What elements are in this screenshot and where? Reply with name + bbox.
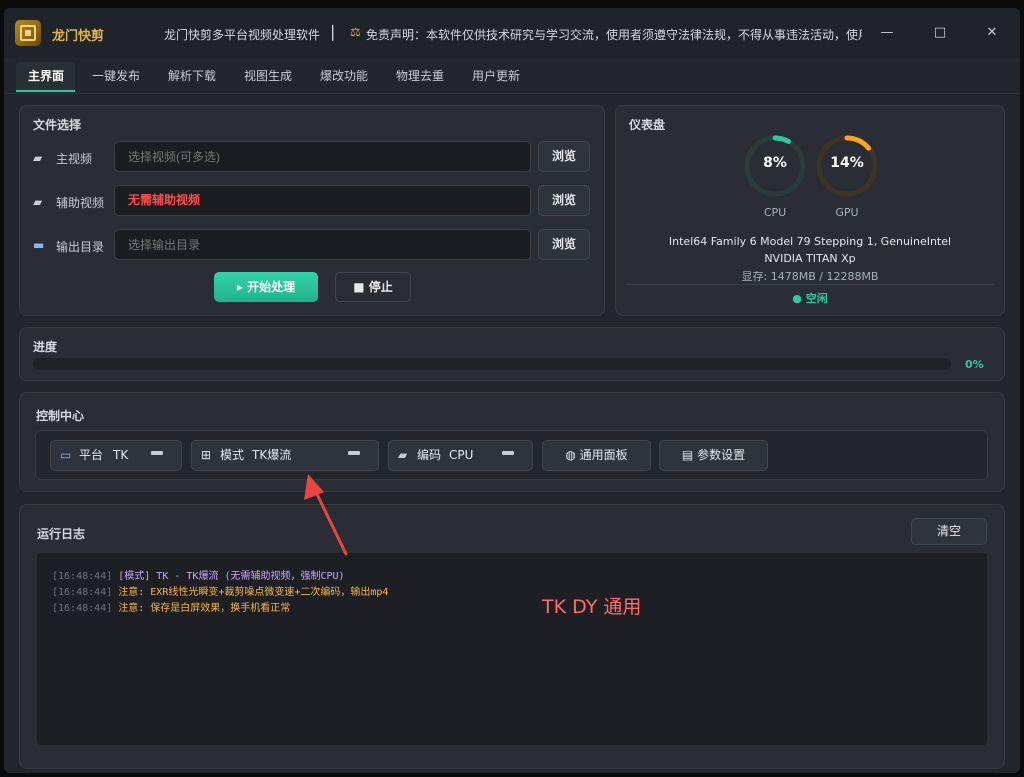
dropdown-icon (348, 451, 360, 455)
scales-icon: ⚖ (350, 25, 361, 39)
encoding-value: CPU (449, 448, 474, 462)
folder-icon: ▬ (33, 238, 45, 252)
encoding-select[interactable]: ▰ 编码 CPU (388, 440, 533, 471)
tab-user-update[interactable]: 用户更新 (472, 67, 520, 84)
file-select-title: 文件选择 (33, 118, 82, 132)
aux-video-input[interactable]: 无需辅助视频 (114, 185, 531, 216)
title-separator: | (330, 22, 336, 41)
cpu-label: CPU (763, 206, 787, 219)
settings-icon: ▤ (681, 448, 698, 462)
settings-button[interactable]: ▤ 参数设置 (659, 440, 768, 471)
grid-icon: ⊞ (201, 448, 212, 462)
annotation-arrow (304, 474, 348, 556)
platform-value: TK (113, 448, 129, 462)
clear-log-button[interactable]: 清空 (911, 518, 987, 545)
memory-info: 显存: 1478MB / 12288MB (741, 270, 879, 283)
gpu-label: GPU (835, 206, 859, 219)
dashboard-title: 仪表盘 (629, 118, 666, 132)
file-select-panel: 文件选择 ▰ 主视频 浏览 ▰ 辅助视频 无需辅助视频 浏览 ▬ 输出目录 浏览… (19, 105, 605, 316)
control-center-panel: 控制中心 ▭ 平台 TK ⊞ 模式 TK爆流 ▰ 编码 CPU ◍ 通用面板 ▤… (19, 392, 1005, 492)
aux-video-label: 辅助视频 (56, 196, 105, 210)
encode-icon: ▰ (398, 448, 408, 462)
app-name: 龙门快剪 (52, 29, 105, 44)
gpu-gauge: 14% GPU (815, 134, 879, 219)
minimize-button[interactable]: — (877, 23, 897, 43)
cpu-value: 8% (763, 155, 787, 171)
aux-video-browse-button[interactable]: 浏览 (538, 185, 590, 216)
general-panel-button[interactable]: ◍ 通用面板 (542, 440, 651, 471)
progress-title: 进度 (33, 340, 58, 354)
mode-value: TK爆流 (252, 448, 292, 462)
dashboard-panel: 仪表盘 8% CPU 14% GPU Intel64 Family 6 Mode… (615, 105, 1005, 316)
mode-select[interactable]: ⊞ 模式 TK爆流 (191, 440, 379, 471)
log-line: [16:48:44] [模式] TK - TK爆流 (无需辅助视频，强制CPU) (52, 571, 345, 582)
platform-select[interactable]: ▭ 平台 TK (50, 440, 182, 471)
active-tab-indicator (16, 90, 75, 92)
gpu-info: NVIDIA TITAN Xp (764, 252, 856, 265)
log-title: 运行日志 (37, 527, 86, 541)
tab-main[interactable]: 主界面 (28, 67, 64, 84)
encoding-label: 编码 (417, 448, 442, 462)
log-output: [16:48:44] [模式] TK - TK爆流 (无需辅助视频，强制CPU)… (37, 553, 987, 745)
gpu-value: 14% (830, 155, 864, 171)
title-bar: 龙门快剪 龙门快剪多平台视频处理软件 | ⚖ 免责声明：本软件仅供技术研究与学习… (4, 8, 1020, 58)
app-subtitle: 龙门快剪多平台视频处理软件 (164, 28, 321, 42)
dropdown-icon (151, 451, 163, 455)
main-video-label: 主视频 (56, 152, 93, 166)
maximize-button[interactable]: □ (930, 23, 950, 43)
dropdown-icon (502, 451, 514, 455)
tab-download[interactable]: 解析下载 (168, 67, 216, 84)
tab-dedupe[interactable]: 物理去重 (396, 67, 444, 84)
control-row: ▭ 平台 TK ⊞ 模式 TK爆流 ▰ 编码 CPU ◍ 通用面板 ▤ 参数设置 (35, 430, 988, 480)
tab-bar: 主界面 一键发布 解析下载 视图生成 爆改功能 物理去重 用户更新 (4, 58, 1020, 94)
main-video-browse-button[interactable]: 浏览 (538, 141, 590, 172)
output-dir-browse-button[interactable]: 浏览 (538, 229, 590, 260)
progress-panel: 进度 0% (19, 327, 1005, 381)
tab-remix[interactable]: 爆改功能 (320, 67, 368, 84)
status-badge: ● 空闲 (792, 292, 828, 305)
app-window: 龙门快剪 龙门快剪多平台视频处理软件 | ⚖ 免责声明：本软件仅供技术研究与学习… (4, 8, 1020, 773)
app-logo (15, 20, 41, 46)
video-icon: ▰ (33, 151, 43, 165)
output-dir-label: 输出目录 (56, 240, 105, 254)
tab-publish[interactable]: 一键发布 (92, 67, 140, 84)
panel-icon: ◍ (565, 448, 580, 462)
output-dir-input[interactable] (114, 229, 531, 260)
monitor-icon: ▭ (60, 448, 72, 462)
start-button[interactable]: ▸ 开始处理 (214, 272, 318, 302)
tab-view-generate[interactable]: 视图生成 (244, 67, 292, 84)
close-button[interactable]: ✕ (982, 23, 1002, 43)
log-line: [16:48:44] 注意: 保存是白屏效果，换手机看正常 (52, 603, 291, 614)
main-video-input[interactable] (114, 141, 531, 172)
progress-percent: 0% (965, 358, 984, 371)
platform-label: 平台 (79, 448, 104, 462)
annotation-text: TK DY 通用 (542, 596, 642, 618)
stop-button[interactable]: ■ 停止 (335, 272, 411, 302)
cpu-info: Intel64 Family 6 Model 79 Stepping 1, Ge… (668, 235, 952, 248)
cpu-gauge: 8% CPU (743, 134, 807, 219)
log-line: [16:48:44] 注意: EXR线性光瞬变+裁剪噪点微变速+二次编码，输出m… (52, 587, 389, 598)
video-icon: ▰ (33, 195, 43, 209)
log-panel: 运行日志 清空 [16:48:44] [模式] TK - TK爆流 (无需辅助视… (19, 504, 1005, 769)
mode-label: 模式 (220, 448, 245, 462)
control-center-title: 控制中心 (36, 409, 85, 423)
disclaimer-text: 免责声明：本软件仅供技术研究与学习交流，使用者须遵守法律法规，不得从事违法活动，… (366, 28, 862, 42)
progress-bar (33, 358, 951, 370)
